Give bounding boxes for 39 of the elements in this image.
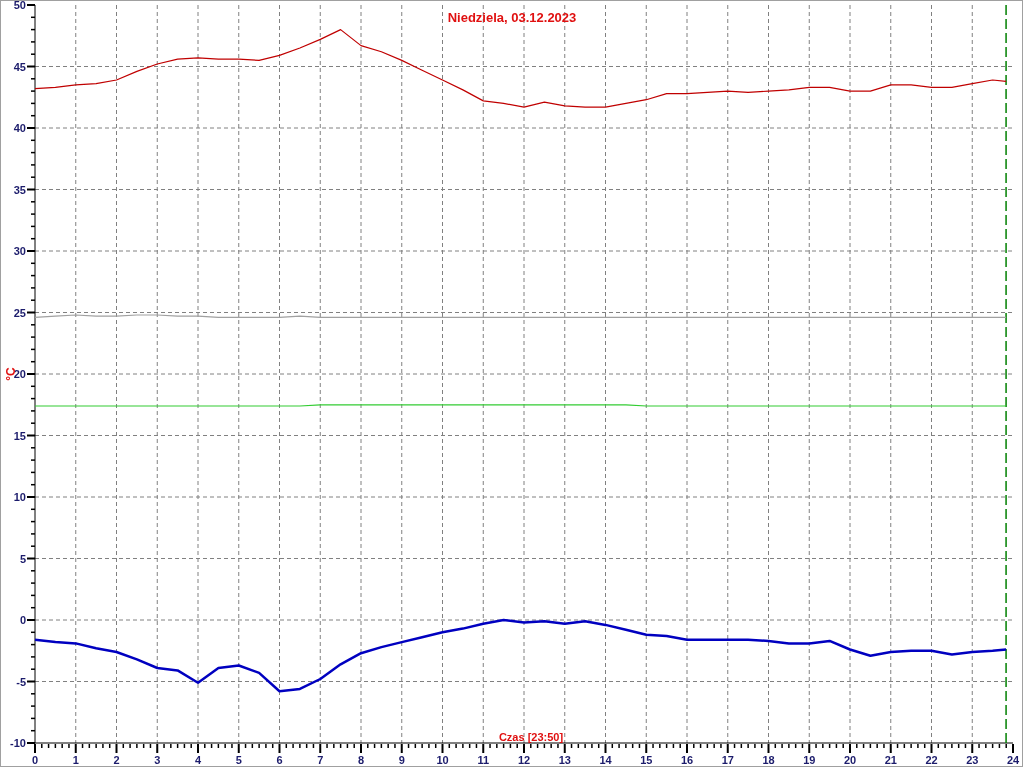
tick-label: 20 xyxy=(843,754,857,766)
tick-label: 6 xyxy=(276,754,283,766)
tick-label: 1 xyxy=(72,754,79,766)
tick-label: 9 xyxy=(398,754,405,766)
tick-label: 8 xyxy=(357,754,365,766)
chart-title: Niedziela, 03.12.2023 xyxy=(447,10,577,25)
tick-label: 22 xyxy=(925,754,938,766)
tick-label: 40 xyxy=(13,122,26,134)
tick-label: -10 xyxy=(10,737,26,749)
tick-label: 50 xyxy=(13,0,26,11)
tick-label: 16 xyxy=(680,754,694,766)
tick-label: 12 xyxy=(517,754,531,766)
tick-label: 18 xyxy=(762,754,775,766)
tick-label: 23 xyxy=(966,754,979,766)
tick-label: 11 xyxy=(477,754,490,766)
tick-label: 13 xyxy=(558,754,571,766)
tick-label: 10 xyxy=(436,754,449,766)
tick-label: 7 xyxy=(317,754,324,766)
tick-label: 14 xyxy=(599,754,612,766)
tick-label: 5 xyxy=(19,552,26,565)
tick-label: 25 xyxy=(13,306,26,319)
tick-label: 0 xyxy=(31,754,39,766)
axis-title: Czas [23:50] xyxy=(498,731,564,743)
tick-label: 30 xyxy=(13,245,26,257)
tick-label: 15 xyxy=(13,429,26,442)
tick-label: 21 xyxy=(884,754,897,766)
tick-label: 4 xyxy=(194,754,202,766)
tick-label: 0 xyxy=(19,614,26,626)
tick-label: 5 xyxy=(235,754,242,766)
tick-label: 3 xyxy=(154,754,161,766)
tick-label: 15 xyxy=(640,754,653,766)
tick-label: 35 xyxy=(13,183,26,196)
tick-label: 17 xyxy=(721,754,734,766)
tick-label: 10 xyxy=(13,491,26,503)
tick-label: 2 xyxy=(113,754,120,766)
tick-label: 19 xyxy=(803,754,816,766)
tick-label: -5 xyxy=(16,675,26,688)
tick-label: 24 xyxy=(1006,754,1020,766)
tick-label: 45 xyxy=(13,60,26,73)
